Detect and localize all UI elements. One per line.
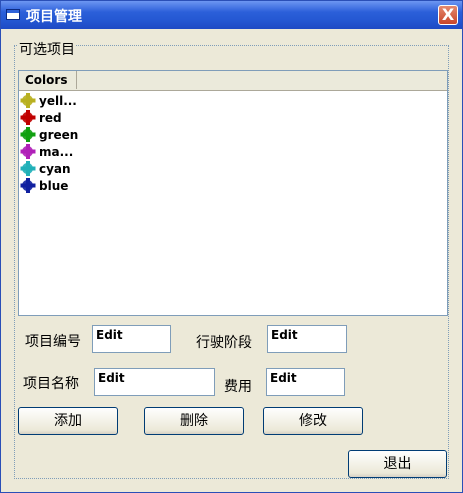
blue-icon xyxy=(20,178,35,193)
list-item[interactable]: red xyxy=(20,109,78,126)
project-name-label: 项目名称 xyxy=(23,376,79,392)
list-item-label: blue xyxy=(39,178,69,193)
green-icon xyxy=(20,127,35,142)
yellow-icon xyxy=(20,93,35,108)
delete-button[interactable]: 删除 xyxy=(144,407,244,435)
stage-label: 行驶阶段 xyxy=(196,335,252,351)
project-name-field[interactable]: Edit xyxy=(94,368,215,396)
list-item[interactable]: blue xyxy=(20,177,78,194)
list-item[interactable]: cyan xyxy=(20,160,78,177)
window-title: 项目管理 xyxy=(26,9,82,25)
add-button[interactable]: 添加 xyxy=(18,407,118,435)
exit-button[interactable]: 退出 xyxy=(348,450,447,478)
list-item-label: yell... xyxy=(39,93,77,108)
list-item[interactable]: green xyxy=(20,126,78,143)
window-icon xyxy=(6,9,20,20)
title-bar[interactable]: 项目管理 X xyxy=(1,1,462,29)
cost-label: 费用 xyxy=(224,379,252,395)
group-label: 可选项目 xyxy=(18,42,76,58)
project-management-window: 项目管理 X 可选项目 Colors yell... red green ma... c… xyxy=(0,0,463,493)
cost-field[interactable]: Edit xyxy=(266,368,345,396)
list-item-label: red xyxy=(39,110,62,125)
stage-field[interactable]: Edit xyxy=(267,325,347,353)
list-rows: yell... red green ma... cyan blue xyxy=(20,92,78,194)
list-item-label: cyan xyxy=(39,161,71,176)
cyan-icon xyxy=(20,161,35,176)
magenta-icon xyxy=(20,144,35,159)
list-item[interactable]: yell... xyxy=(20,92,78,109)
list-item[interactable]: ma... xyxy=(20,143,78,160)
modify-button[interactable]: 修改 xyxy=(263,407,363,435)
list-header: Colors xyxy=(19,71,447,91)
project-no-field[interactable]: Edit xyxy=(92,325,171,353)
red-icon xyxy=(20,110,35,125)
colors-column-header[interactable]: Colors xyxy=(19,71,77,89)
close-button[interactable]: X xyxy=(438,5,458,25)
list-item-label: ma... xyxy=(39,144,74,159)
colors-list[interactable]: Colors yell... red green ma... cyan blue xyxy=(18,70,448,316)
list-item-label: green xyxy=(39,127,79,142)
project-no-label: 项目编号 xyxy=(25,334,81,350)
